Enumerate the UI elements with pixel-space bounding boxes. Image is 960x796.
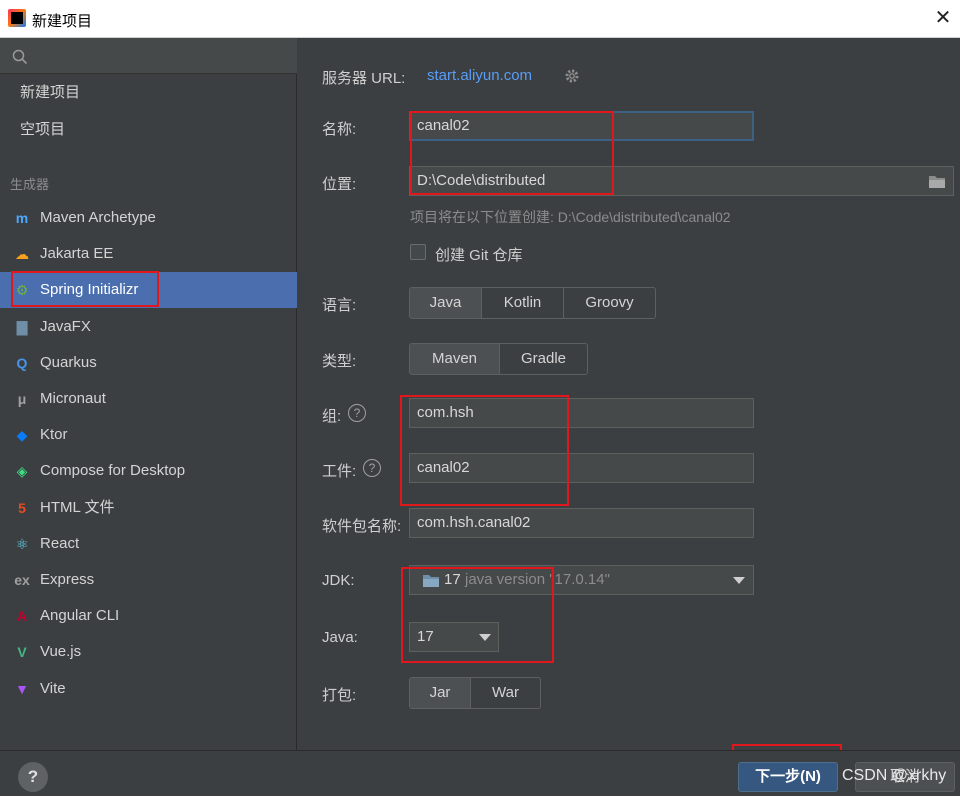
generator-icon: ex xyxy=(14,572,30,588)
jdk-version: 17 xyxy=(444,571,461,588)
title-bar: 新建项目 ✕ xyxy=(0,0,960,38)
next-button[interactable]: 下一步(N) xyxy=(738,762,838,792)
generator-icon: ◆ xyxy=(16,427,28,443)
generator-icon: A xyxy=(16,608,28,624)
generator-label: Vue.js xyxy=(40,643,82,660)
server-url-label: 服务器 URL: xyxy=(322,70,406,87)
location-field[interactable]: D:\Code\distributed xyxy=(409,166,954,196)
generator-icon: m xyxy=(15,210,29,226)
generator-item[interactable]: A Angular CLI xyxy=(0,598,297,634)
name-label: 名称: xyxy=(322,121,357,138)
generator-label: Maven Archetype xyxy=(40,209,156,226)
generator-icon: V xyxy=(17,644,27,660)
server-url-link[interactable]: start.aliyun.com xyxy=(427,67,532,84)
java-version-dropdown[interactable]: 17 xyxy=(409,622,499,652)
dialog-footer: ? 下一步(N) 取消 xyxy=(0,750,960,796)
packaging-jar-option[interactable]: Jar xyxy=(410,678,471,708)
generator-item[interactable]: ⚛ React xyxy=(0,526,297,562)
type-selector: Maven Gradle xyxy=(409,343,588,375)
generator-item[interactable]: ex Express xyxy=(0,562,297,598)
generator-label: Angular CLI xyxy=(40,607,120,624)
sidebar: 新建项目 空项目 生成器 m Maven Archetype ☁ Jakarta EE… xyxy=(0,38,297,750)
jdk-detail: java version "17.0.14" xyxy=(465,571,610,588)
language-label: 语言: xyxy=(322,297,357,314)
jdk-dropdown[interactable]: 17 java version "17.0.14" xyxy=(409,565,754,595)
generator-label: Quarkus xyxy=(40,354,97,371)
language-selector: Java Kotlin Groovy xyxy=(409,287,656,319)
project-form: 服务器 URL: start.aliyun.com 名称: canal02 位置… xyxy=(298,38,960,750)
sidebar-item-empty-project[interactable]: 空项目 xyxy=(0,112,297,148)
git-repo-checkbox[interactable] xyxy=(410,244,426,260)
packaging-selector: Jar War xyxy=(409,677,541,709)
jdk-label: JDK: xyxy=(322,572,355,589)
type-label: 类型: xyxy=(322,353,357,370)
artifact-field[interactable]: canal02 xyxy=(409,453,754,483)
generator-item[interactable]: 5 HTML 文件 xyxy=(0,490,297,526)
close-icon[interactable]: ✕ xyxy=(930,4,956,32)
java-version-value: 17 xyxy=(417,628,434,645)
intellij-logo-icon xyxy=(8,9,26,27)
generator-item[interactable]: ▇ JavaFX xyxy=(0,309,297,345)
location-hint: 项目将在以下位置创建: D:\Code\distributed\canal02 xyxy=(410,209,731,225)
sidebar-item-new-project[interactable]: 新建项目 xyxy=(0,75,297,111)
name-field[interactable]: canal02 xyxy=(409,111,754,141)
chevron-down-icon xyxy=(733,577,745,584)
artifact-label: 工件: xyxy=(322,463,357,480)
generator-item[interactable]: Q Quarkus xyxy=(0,345,297,381)
generator-item[interactable]: ⚙ Spring Initializr xyxy=(0,272,297,308)
group-label: 组: xyxy=(322,408,342,425)
watermark: CSDN @xrkhy xyxy=(842,767,947,784)
packaging-label: 打包: xyxy=(322,687,357,704)
generator-icon: ⚙ xyxy=(15,282,29,298)
package-name-label: 软件包名称: xyxy=(322,518,402,535)
group-help-icon[interactable]: ? xyxy=(348,404,366,422)
generator-item[interactable]: ◈ Compose for Desktop xyxy=(0,453,297,489)
type-gradle-option[interactable]: Gradle xyxy=(500,344,587,374)
generator-icon: ▼ xyxy=(15,681,29,697)
generators-section-label: 生成器 xyxy=(10,177,50,192)
package-name-field[interactable]: com.hsh.canal02 xyxy=(409,508,754,538)
generator-item[interactable]: m Maven Archetype xyxy=(0,200,297,236)
location-label: 位置: xyxy=(322,176,357,193)
generator-icon: ⚛ xyxy=(15,536,29,552)
generator-icon: ☁ xyxy=(15,246,29,262)
chevron-down-icon xyxy=(479,634,491,641)
generator-icon: ◈ xyxy=(16,463,28,479)
generator-item[interactable]: μ Micronaut xyxy=(0,381,297,417)
search-input[interactable] xyxy=(0,38,297,74)
artifact-help-icon[interactable]: ? xyxy=(363,459,381,477)
packaging-war-option[interactable]: War xyxy=(471,678,540,708)
search-icon xyxy=(12,49,28,65)
generator-item[interactable]: ▼ Vite xyxy=(0,671,297,707)
type-maven-option[interactable]: Maven xyxy=(410,344,500,374)
jdk-folder-icon xyxy=(423,575,439,587)
generator-item[interactable]: ☁ Jakarta EE xyxy=(0,236,297,272)
generator-label: React xyxy=(40,535,80,552)
generator-icon: Q xyxy=(16,355,28,371)
generator-item[interactable]: V Vue.js xyxy=(0,634,297,670)
generator-label: Vite xyxy=(40,680,66,697)
generator-label: JavaFX xyxy=(40,318,91,335)
generator-label: Express xyxy=(40,571,95,588)
generator-label: Ktor xyxy=(40,426,68,443)
help-button[interactable]: ? xyxy=(18,762,48,792)
gear-icon[interactable] xyxy=(564,68,580,84)
generator-icon: ▇ xyxy=(16,319,28,335)
generator-icon: 5 xyxy=(18,500,26,516)
generator-label: HTML 文件 xyxy=(40,499,115,516)
generator-label: Jakarta EE xyxy=(40,245,114,262)
group-field[interactable]: com.hsh xyxy=(409,398,754,428)
language-groovy-option[interactable]: Groovy xyxy=(564,288,655,318)
language-kotlin-option[interactable]: Kotlin xyxy=(482,288,564,318)
generator-label: Spring Initializr xyxy=(40,281,139,298)
generator-item[interactable]: ◆ Ktor xyxy=(0,417,297,453)
language-java-option[interactable]: Java xyxy=(410,288,482,318)
folder-icon[interactable] xyxy=(928,174,946,189)
git-repo-label: 创建 Git 仓库 xyxy=(435,247,523,264)
window-title: 新建项目 xyxy=(32,13,93,30)
generator-icon: μ xyxy=(17,391,27,407)
java-version-label: Java: xyxy=(322,629,358,646)
generator-label: Micronaut xyxy=(40,390,106,407)
generator-label: Compose for Desktop xyxy=(40,462,186,479)
